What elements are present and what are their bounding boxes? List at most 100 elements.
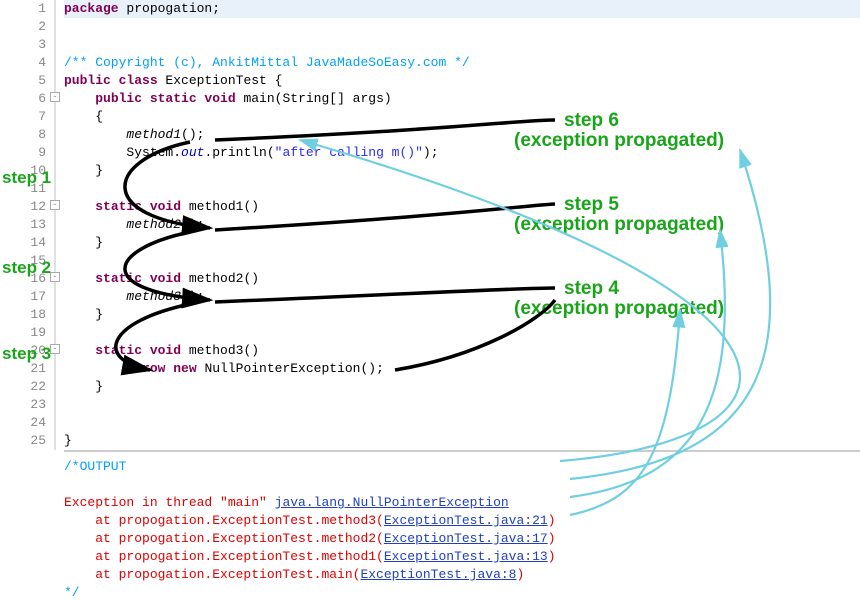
step-1-label: step 1 <box>2 168 51 188</box>
step-2-label: step 2 <box>2 258 51 278</box>
stderr-text: ) <box>548 531 556 546</box>
code-line: throw new NullPointerException(); <box>64 360 860 378</box>
code-line <box>64 252 860 270</box>
stack-frame: at propogation.ExceptionTest.main(Except… <box>64 566 860 584</box>
code-line <box>64 18 860 36</box>
text: .println( <box>204 145 274 160</box>
text: main(String[] args) <box>236 91 392 106</box>
stderr-text: ) <box>548 549 556 564</box>
gutter-line-number: 1 <box>0 0 46 18</box>
fold-toggle-icon[interactable]: - <box>50 272 60 282</box>
fold-toggle-icon[interactable]: - <box>50 344 60 354</box>
code-line: method2(); <box>64 216 860 234</box>
keyword: static void <box>95 271 181 286</box>
code-line: static void method2() <box>64 270 860 288</box>
gutter-line-number: 7 <box>0 108 46 126</box>
step-6-sub-label: (exception propagated) <box>514 130 724 152</box>
gutter-line-number: 8 <box>0 126 46 144</box>
step-5-sub-label: (exception propagated) <box>514 214 724 236</box>
source-link[interactable]: ExceptionTest.java:21 <box>384 513 548 528</box>
gutter-line-number: 22 <box>0 378 46 396</box>
step-3-label: step 3 <box>2 344 51 364</box>
stderr-text: Exception in thread "main" <box>64 495 275 510</box>
code-line <box>64 414 860 432</box>
code-line: } <box>64 378 860 396</box>
keyword: static void <box>95 343 181 358</box>
text: } <box>95 379 103 394</box>
code-line: package propogation; <box>64 0 860 18</box>
gutter-line-number: 24 <box>0 414 46 432</box>
keyword: public static void <box>95 91 235 106</box>
method-call: method3 <box>126 289 181 304</box>
source-link[interactable]: ExceptionTest.java:8 <box>360 567 516 582</box>
gutter-line-number: 5 <box>0 72 46 90</box>
text: ExceptionTest { <box>158 73 283 88</box>
exception-link[interactable]: java.lang.NullPointerException <box>275 495 509 510</box>
gutter-line-number: 19 <box>0 324 46 342</box>
output-area: /*OUTPUT Exception in thread "main" java… <box>64 452 860 602</box>
text: ); <box>423 145 439 160</box>
code-line: } <box>64 432 860 450</box>
text: } <box>64 433 72 448</box>
text: (); <box>181 217 204 232</box>
code-editor: 123456-789101112-13141516-17181920-21222… <box>0 0 860 602</box>
text: (); <box>181 289 204 304</box>
gutter-line-number: 2 <box>0 18 46 36</box>
comment: /*OUTPUT <box>64 459 126 474</box>
code-line: /** Copyright (c), AnkitMittal JavaMadeS… <box>64 54 860 72</box>
step-4-sub-label: (exception propagated) <box>514 298 724 320</box>
method-call: method2 <box>126 217 181 232</box>
gutter-line-number: 3 <box>0 36 46 54</box>
code-line: static void method1() <box>64 198 860 216</box>
text: } <box>95 307 103 322</box>
keyword: public class <box>64 73 158 88</box>
keyword: static void <box>95 199 181 214</box>
gutter-line-number: 12- <box>0 198 46 216</box>
code-line <box>64 324 860 342</box>
method-call: method1 <box>126 127 181 142</box>
text: NullPointerException(); <box>197 361 384 376</box>
text: (); <box>181 127 204 142</box>
stderr-text: at propogation.ExceptionTest.method1( <box>64 549 384 564</box>
code-line: } <box>64 306 860 324</box>
text: propogation; <box>119 1 220 16</box>
code-line: System.out.println("after calling m()"); <box>64 144 860 162</box>
line-gutter: 123456-789101112-13141516-17181920-21222… <box>0 0 56 450</box>
gutter-line-number: 4 <box>0 54 46 72</box>
step-6-label: step 6 <box>564 110 619 132</box>
gutter-line-number: 6- <box>0 90 46 108</box>
static-field: out <box>181 145 204 160</box>
fold-toggle-icon[interactable]: - <box>50 200 60 210</box>
code-line: static void method3() <box>64 342 860 360</box>
source-link[interactable]: ExceptionTest.java:13 <box>384 549 548 564</box>
gutter-line-number: 14 <box>0 234 46 252</box>
text: method2() <box>181 271 259 286</box>
keyword: throw new <box>126 361 196 376</box>
code-line: public class ExceptionTest { <box>64 72 860 90</box>
stderr-text: at propogation.ExceptionTest.main( <box>64 567 360 582</box>
code-line: public static void main(String[] args) <box>64 90 860 108</box>
comment: */ <box>64 585 80 600</box>
text: System. <box>126 145 181 160</box>
stderr-text: ) <box>516 567 524 582</box>
gutter-line-number: 9 <box>0 144 46 162</box>
code-line <box>64 36 860 54</box>
string-literal: "after calling m()" <box>275 145 423 160</box>
stderr-text: at propogation.ExceptionTest.method3( <box>64 513 384 528</box>
code-line: { <box>64 108 860 126</box>
code-line: method3(); <box>64 288 860 306</box>
step-5-label: step 5 <box>564 194 619 216</box>
code-line <box>64 180 860 198</box>
fold-toggle-icon[interactable]: - <box>50 92 60 102</box>
code-line <box>64 396 860 414</box>
text: method3() <box>181 343 259 358</box>
stack-frame: at propogation.ExceptionTest.method2(Exc… <box>64 530 860 548</box>
comment: /** Copyright (c), AnkitMittal JavaMadeS… <box>64 55 470 70</box>
code-area: package propogation; /** Copyright (c), … <box>64 0 860 450</box>
gutter-line-number: 17 <box>0 288 46 306</box>
gutter-line-number: 13 <box>0 216 46 234</box>
code-line: } <box>64 234 860 252</box>
text: { <box>95 109 103 124</box>
source-link[interactable]: ExceptionTest.java:17 <box>384 531 548 546</box>
stderr-text: ) <box>548 513 556 528</box>
